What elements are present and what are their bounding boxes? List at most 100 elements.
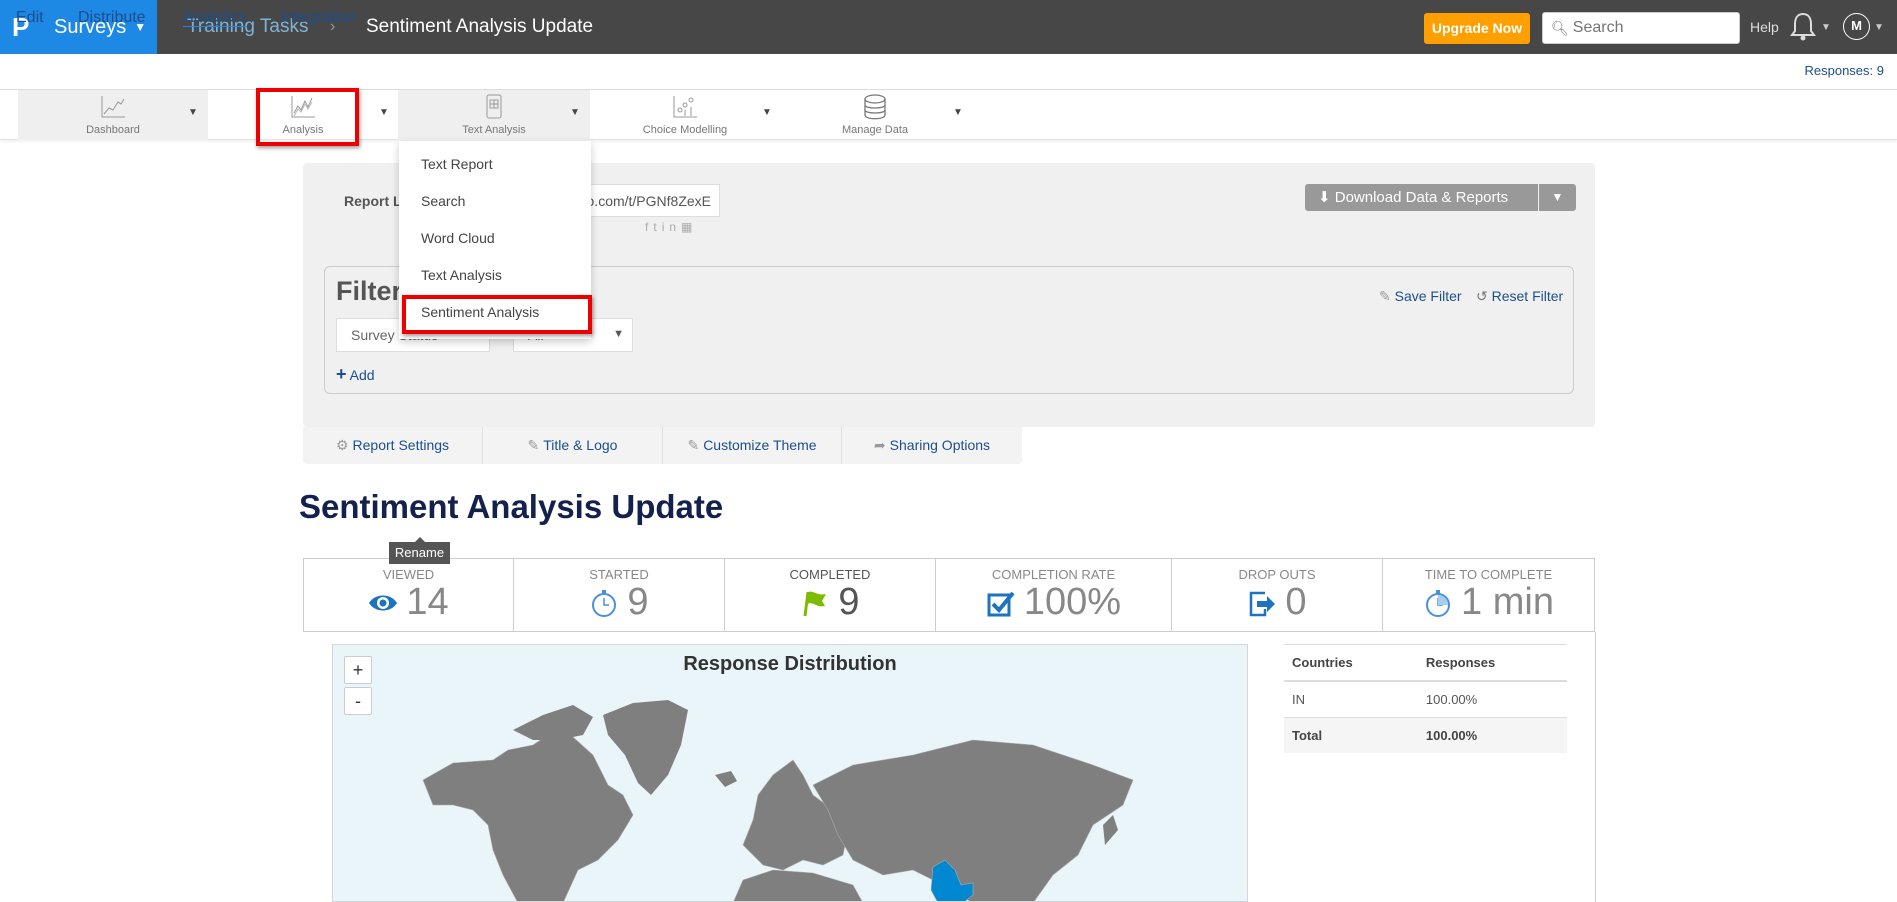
tab-title-logo[interactable]: ✎ Title & Logo <box>483 427 663 464</box>
share-icon: ➦ <box>873 437 886 453</box>
download-data-button[interactable]: ⬇ Download Data & Reports <box>1305 184 1538 211</box>
map-region-africa <box>733 869 863 901</box>
notifications-caret-icon[interactable]: ▼ <box>1821 22 1831 33</box>
toolbar-label: Dashboard <box>86 124 140 136</box>
tab-customize-theme[interactable]: ✎ Customize Theme <box>663 427 842 464</box>
save-filter-link[interactable]: ✎ Save Filter <box>1379 288 1462 305</box>
toolbar-manage-data[interactable]: Manage Data ▼ <box>780 90 970 140</box>
search-box[interactable]: 🔍︎ <box>1542 12 1740 44</box>
stat-started: STARTED 9 <box>514 559 725 631</box>
line-chart-icon <box>101 96 125 118</box>
edit-icon: ✎ <box>527 437 540 453</box>
edit-icon: ✎ <box>1379 288 1391 304</box>
column-header-responses: Responses <box>1417 644 1567 682</box>
total-value: 100.00% <box>1417 717 1567 753</box>
checkbox-icon <box>987 591 1015 616</box>
table-row: IN 100.00% <box>1284 681 1567 718</box>
database-icon <box>864 94 886 120</box>
countries-table: Countries Responses IN 100.00% Total 100… <box>1284 644 1567 753</box>
content-border <box>1595 632 1596 902</box>
linkedin-icon[interactable]: in <box>662 220 681 234</box>
reset-filter-link[interactable]: ↺ Reset Filter <box>1476 288 1563 305</box>
stat-value: 100% <box>1023 581 1122 623</box>
menu-item-text-analysis[interactable]: Text Analysis <box>421 267 502 283</box>
stat-value: 14 <box>406 581 449 623</box>
caret-down-icon[interactable]: ▼ <box>379 107 389 118</box>
stat-label: STARTED <box>589 567 649 582</box>
tab-label: Report Settings <box>352 437 450 453</box>
nav-analytics[interactable]: Analytics <box>183 9 247 27</box>
caret-down-icon[interactable]: ▼ <box>762 107 772 118</box>
add-filter-link[interactable]: + Add <box>336 364 375 385</box>
menu-item-word-cloud[interactable]: Word Cloud <box>421 230 495 246</box>
stat-label: COMPLETION RATE <box>991 567 1116 582</box>
download-caret-button[interactable]: ▼ <box>1539 184 1576 211</box>
toolbar-dashboard[interactable]: Dashboard ▼ <box>18 90 208 140</box>
stopwatch-icon <box>1426 589 1451 617</box>
bell-icon[interactable] <box>1789 11 1817 41</box>
secondary-nav <box>0 54 1897 90</box>
toolbar-label: Manage Data <box>841 124 909 136</box>
responses-count: Responses: 9 <box>1804 63 1885 78</box>
breadcrumb-current: Sentiment Analysis Update <box>366 16 594 37</box>
stat-label: DROP OUTS <box>1238 567 1316 582</box>
stat-value: 9 <box>838 581 860 623</box>
stat-value: 0 <box>1285 581 1307 623</box>
stat-label: COMPLETED <box>789 567 871 582</box>
caret-down-icon[interactable]: ▼ <box>188 107 198 118</box>
menu-item-search[interactable]: Search <box>421 193 465 209</box>
toolbar-text-analysis[interactable]: Text Analysis ▼ <box>398 90 590 140</box>
analysis-highlight-box <box>256 88 359 146</box>
nav-distribute[interactable]: Distribute <box>78 9 146 27</box>
map-region-greenland <box>603 700 688 795</box>
rename-tooltip: Rename <box>389 537 450 564</box>
search-input[interactable] <box>1572 19 1733 37</box>
save-filter-label: Save Filter <box>1394 288 1462 304</box>
response-distribution-map[interactable]: Response Distribution + - <box>332 644 1248 902</box>
document-icon <box>486 94 502 119</box>
stat-drop-outs: DROP OUTS 0 <box>1172 559 1383 631</box>
caret-down-icon: ▼ <box>613 328 624 340</box>
stat-label: VIEWED <box>382 567 435 582</box>
page-title[interactable]: Sentiment Analysis Update <box>299 488 723 526</box>
add-filter-label: Add <box>349 367 375 383</box>
twitter-icon[interactable]: t <box>653 220 661 234</box>
toolbar-label: Choice Modelling <box>642 124 728 136</box>
table-header-row: Countries Responses <box>1284 644 1567 682</box>
world-map <box>422 700 1134 901</box>
scatter-chart-icon <box>673 96 697 118</box>
avatar[interactable]: M <box>1843 13 1870 40</box>
help-link[interactable]: Help <box>1750 0 1779 54</box>
download-icon: ⬇ <box>1318 189 1331 206</box>
download-label: Download Data & Reports <box>1334 189 1509 206</box>
account-caret-icon[interactable]: ▼ <box>1874 22 1884 33</box>
tab-sharing-options[interactable]: ➦ Sharing Options <box>842 427 1022 464</box>
nav-integration[interactable]: Integration <box>281 9 357 27</box>
stat-label: TIME TO COMPLETE <box>1424 567 1553 582</box>
table-total-row: Total 100.00% <box>1284 717 1567 753</box>
stat-completion-rate: COMPLETION RATE 100% <box>936 559 1172 631</box>
caret-down-icon[interactable]: ▼ <box>570 107 580 118</box>
map-region-iceland <box>715 771 737 787</box>
stat-value: 1 min <box>1461 581 1554 623</box>
map-region-north-america <box>422 734 634 901</box>
toolbar-choice-modelling[interactable]: Choice Modelling ▼ <box>590 90 780 140</box>
sentiment-analysis-highlight-box <box>402 295 592 334</box>
menu-item-text-report[interactable]: Text Report <box>421 156 493 172</box>
total-label: Total <box>1284 717 1418 753</box>
tab-label: Title & Logo <box>543 437 618 453</box>
map-region-japan <box>1103 815 1118 845</box>
upgrade-now-button[interactable]: Upgrade Now <box>1424 13 1530 44</box>
column-header-countries: Countries <box>1284 644 1418 682</box>
country-cell: IN <box>1284 681 1418 718</box>
stats-bar: VIEWED 14 STARTED 9 COMPLETED 9 COMPLETI… <box>303 558 1595 632</box>
caret-down-icon[interactable]: ▼ <box>953 107 963 118</box>
toolbar-label: Text Analysis <box>462 124 526 136</box>
undo-icon: ↺ <box>1476 288 1488 304</box>
qr-code-icon[interactable]: ▦ <box>681 220 697 234</box>
tab-report-settings[interactable]: ⚙ Report Settings <box>303 427 483 464</box>
nav-edit[interactable]: Edit <box>16 9 44 27</box>
plus-icon: + <box>336 364 347 384</box>
stat-value: 9 <box>627 581 649 623</box>
stopwatch-icon <box>592 589 617 617</box>
